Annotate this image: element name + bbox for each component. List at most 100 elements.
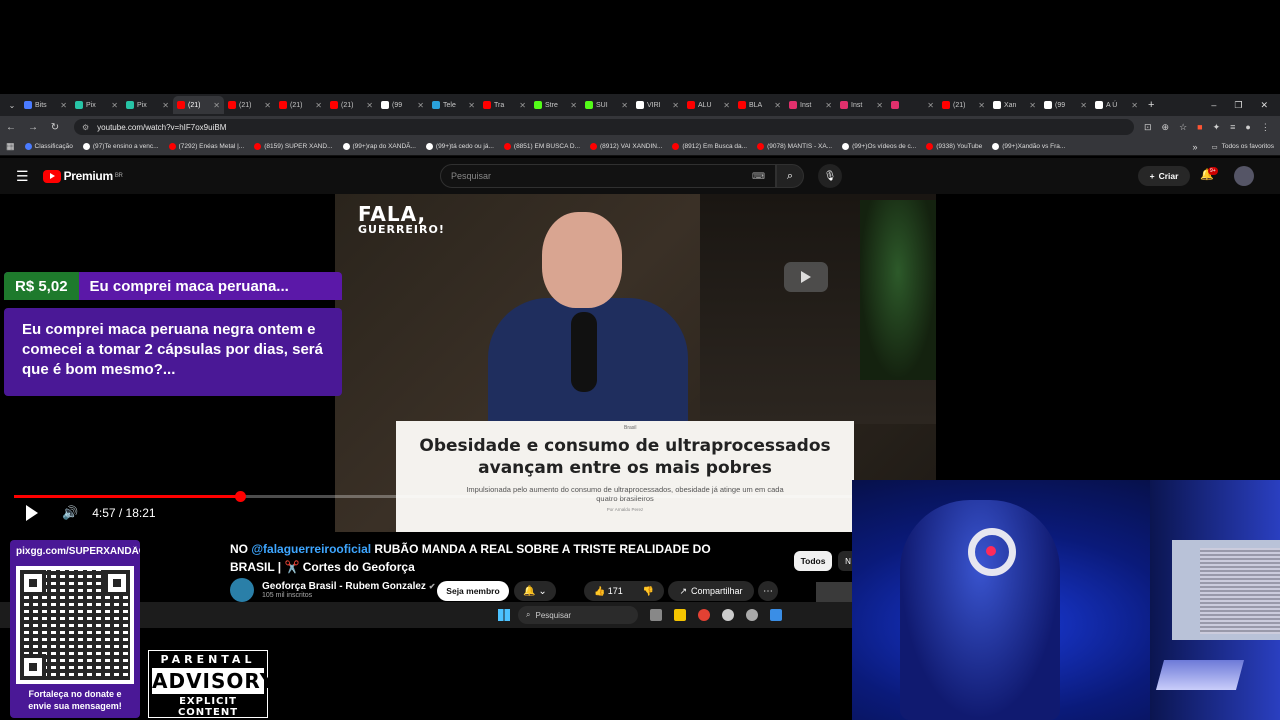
browser-tab[interactable]: Tele ✕ [428,96,479,114]
browser-tab[interactable]: Pix ✕ [122,96,173,114]
tab-search-dropdown-icon[interactable]: ⌄ [4,101,20,110]
browser-tab[interactable]: Xan ✕ [989,96,1040,114]
tab-close-icon[interactable]: ✕ [60,101,67,110]
windows-start-icon[interactable] [498,609,510,621]
extensions-puzzle-icon[interactable]: ✦ [1213,122,1221,133]
tab-close-icon[interactable]: ✕ [264,101,271,110]
task-view-icon[interactable] [650,609,662,621]
tab-close-icon[interactable]: ✕ [1080,101,1087,110]
tab-close-icon[interactable]: ✕ [774,101,781,110]
url-field[interactable]: ⚙ youtube.com/watch?v=hIF7ox9uiBM [74,119,1134,135]
browser-tab[interactable]: A Ú ✕ [1091,96,1142,114]
tab-close-icon[interactable]: ✕ [366,101,373,110]
profile-icon[interactable]: ● [1245,122,1250,132]
browser-tab[interactable]: Inst ✕ [836,96,887,114]
bookmark-item[interactable]: (8912) VAI XANDIN... [590,143,662,150]
bookmark-star-icon[interactable]: ☆ [1179,122,1187,133]
join-membership-button[interactable]: Seja membro [437,581,509,601]
bookmark-item[interactable]: (97)Te ensino a venc... [82,143,159,150]
tab-close-icon[interactable]: ✕ [876,101,883,110]
title-mention-link[interactable]: @falaguerreirooficial [251,542,371,556]
play-icon[interactable] [26,505,38,521]
bookmark-item[interactable]: (7292) Enéas Metal |... [168,143,244,150]
forward-icon[interactable]: → [22,122,44,133]
bookmark-item[interactable]: (8851) EM BUSCA D... [503,143,580,150]
bookmark-item[interactable]: (99+)rap do XANDÃ... [342,143,416,150]
hamburger-menu-icon[interactable]: ☰ [16,168,29,185]
tab-close-icon[interactable]: ✕ [1029,101,1036,110]
voice-search-button[interactable]: 🎙 [818,164,842,188]
install-icon[interactable]: ⊡ [1144,122,1152,133]
browser-tab[interactable]: ALU ✕ [683,96,734,114]
browser-tab[interactable]: VIRI ✕ [632,96,683,114]
browser-tab[interactable]: (21) ✕ [326,96,377,114]
bookmark-item[interactable]: (9078) MANTIS - XA... [757,143,832,150]
minimize-button[interactable]: – [1211,100,1216,110]
bookmarks-more-button[interactable]: » [1192,142,1197,152]
bookmark-item[interactable]: (8912) Em Busca da... [672,143,747,150]
tab-close-icon[interactable]: ✕ [570,101,577,110]
tab-close-icon[interactable]: ✕ [1131,101,1138,110]
dislike-button[interactable]: 👎 [643,586,654,597]
tab-close-icon[interactable]: ✕ [162,101,169,110]
like-button[interactable]: 👍 171 [594,586,623,597]
tab-close-icon[interactable]: ✕ [825,101,832,110]
new-tab-button[interactable]: + [1148,99,1154,111]
channel-avatar[interactable] [230,578,254,602]
tab-close-icon[interactable]: ✕ [621,101,628,110]
menu-dots-icon[interactable]: ⋮ [1261,122,1270,133]
tab-close-icon[interactable]: ✕ [978,101,985,110]
settings-icon[interactable] [746,609,758,621]
recommended-thumbnail[interactable] [816,582,852,602]
bookmark-item[interactable]: (99+)Os vídeos de c... [842,143,916,150]
youtube-logo[interactable]: Premium BR [42,169,123,183]
tab-close-icon[interactable]: ✕ [111,101,118,110]
tab-close-icon[interactable]: ✕ [927,101,934,110]
tab-close-icon[interactable]: ✕ [672,101,679,110]
tab-close-icon[interactable]: ✕ [213,101,220,110]
browser-tab[interactable]: Bits ✕ [20,96,71,114]
browser-tab[interactable]: (21) ✕ [938,96,989,114]
video-scrubber-knob[interactable] [235,491,247,502]
browser-tab[interactable]: SUI ✕ [581,96,632,114]
reading-list-icon[interactable]: ≡ [1230,122,1235,132]
tab-close-icon[interactable]: ✕ [519,101,526,110]
search-button[interactable]: ⌕ [776,164,804,188]
bookmark-item[interactable]: (99+)Xandão vs Fra... [992,143,1065,150]
maximize-button[interactable]: ❐ [1234,100,1242,111]
browser-tab[interactable]: BLA ✕ [734,96,785,114]
file-explorer-icon[interactable] [674,609,686,621]
more-actions-button[interactable]: ⋯ [758,581,778,601]
chip-all[interactable]: Todos [794,551,832,571]
back-icon[interactable]: ← [0,122,22,133]
browser-tab[interactable]: (21) ✕ [224,96,275,114]
site-info-icon[interactable]: ⚙ [82,123,89,132]
account-avatar[interactable] [1234,166,1254,186]
search-input[interactable]: Pesquisar ⌨ [440,164,776,188]
browser-tab[interactable]: Tra ✕ [479,96,530,114]
tab-close-icon[interactable]: ✕ [468,101,475,110]
bookmark-item[interactable]: (8159) SUPER XAND... [254,143,333,150]
bookmark-item[interactable]: Classificação [24,143,73,150]
taskbar-search[interactable]: ⌕ Pesquisar [518,606,638,624]
browser-tab[interactable]: Stre ✕ [530,96,581,114]
browser-tab[interactable]: ✕ [887,96,938,114]
browser-tab[interactable]: (21) ✕ [275,96,326,114]
browser-tab[interactable]: (99 ✕ [377,96,428,114]
close-window-button[interactable]: ✕ [1260,100,1268,111]
tab-close-icon[interactable]: ✕ [723,101,730,110]
keyboard-icon[interactable]: ⌨ [752,171,765,182]
browser-tab[interactable]: Pix ✕ [71,96,122,114]
all-favorites-button[interactable]: Todos os favoritos [1222,143,1274,150]
create-button[interactable]: + Criar [1138,166,1190,186]
browser-tab[interactable]: (99 ✕ [1040,96,1091,114]
share-button[interactable]: ↗ Compartilhar [668,581,754,601]
reload-icon[interactable]: ↻ [44,122,66,133]
browser-tab[interactable]: (21) ✕ [173,96,224,114]
volume-icon[interactable]: 🔊 [62,505,78,521]
tab-close-icon[interactable]: ✕ [315,101,322,110]
bookmark-item[interactable]: (99+)tá cedo ou já... [425,143,494,150]
app-icon[interactable] [770,609,782,621]
extension-icon[interactable]: ■ [1197,122,1202,132]
obs-icon[interactable] [722,609,734,621]
